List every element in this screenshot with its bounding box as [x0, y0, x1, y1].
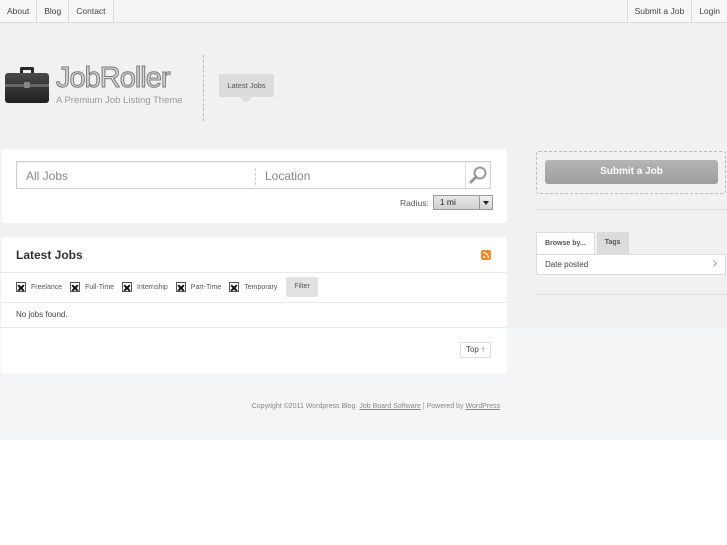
divider — [1, 302, 507, 303]
footer-powered-by: | Powered by — [422, 403, 464, 410]
filter-freelance[interactable]: Freelance — [16, 282, 62, 292]
browse-item-date-posted: Date posted — [545, 260, 589, 269]
latest-jobs-title: Latest Jobs — [16, 248, 83, 262]
latest-jobs-tab[interactable]: Latest Jobs — [219, 74, 274, 103]
checkbox-checked-icon[interactable] — [175, 282, 186, 292]
top-navigation: About Blog Contact Submit a Job Login — [0, 0, 727, 23]
footer: Copyright ©2011 Wordpress Blog. Job Boar… — [0, 403, 500, 410]
logo-tagline: A Premium Job Listing Theme — [56, 95, 183, 106]
footer-wordpress-link[interactable]: WordPress — [466, 403, 501, 410]
header-divider — [203, 55, 204, 121]
logo-title: JobRoller — [56, 62, 171, 94]
filter-label: Freelance — [31, 283, 63, 291]
magnifier-icon — [469, 166, 487, 184]
divider — [1, 327, 507, 328]
filter-label: Temporary — [244, 283, 278, 291]
logo-text: JobRoller A Premium Job Listing Theme — [56, 62, 183, 108]
checkbox-checked-icon[interactable] — [16, 282, 26, 292]
filter-label: Internship — [137, 283, 168, 291]
nav-right: Submit a Job Login — [626, 0, 727, 22]
search-panel: All Jobs Location Radius: 1 mi — [1, 149, 507, 223]
search-box: All Jobs Location — [16, 161, 491, 189]
tab-browse-by[interactable]: Browse by... — [536, 232, 595, 254]
radius-value: 1 mi — [439, 197, 456, 207]
job-type-filters: Freelance Full-Time Internship Part-Time… — [16, 277, 318, 297]
filter-label: Full-Time — [85, 283, 115, 291]
submit-job-button[interactable]: Submit a Job — [545, 160, 718, 184]
radius-row: Radius: 1 mi — [400, 195, 493, 210]
dropdown-arrow-icon — [478, 196, 492, 209]
back-to-top-button[interactable]: Top ↑ — [460, 342, 491, 358]
filter-full-time[interactable]: Full-Time — [70, 282, 114, 292]
checkbox-checked-icon[interactable] — [229, 282, 240, 292]
chevron-right-icon — [709, 259, 718, 268]
search-button[interactable] — [466, 162, 491, 188]
latest-jobs-panel: Latest Jobs Freelance Full-Time Internsh… — [1, 237, 507, 374]
nav-login-link[interactable]: Login — [691, 0, 727, 22]
sidebar-divider — [536, 209, 727, 210]
checkbox-checked-icon[interactable] — [122, 282, 133, 292]
nav-contact-link[interactable]: Contact — [69, 0, 114, 22]
filter-temporary[interactable]: Temporary — [229, 282, 277, 292]
location-input[interactable]: Location — [265, 169, 310, 183]
browse-list-item[interactable]: Date posted — [536, 254, 726, 275]
tab-tags[interactable]: Tags — [596, 232, 629, 254]
keyword-input[interactable]: All Jobs — [26, 169, 68, 183]
sidebar-divider — [536, 294, 727, 295]
filter-part-time[interactable]: Part-Time — [175, 282, 222, 292]
radius-select[interactable]: 1 mi — [432, 195, 493, 210]
search-field-separator — [255, 168, 256, 185]
site-logo[interactable]: JobRoller A Premium Job Listing Theme — [5, 62, 183, 108]
nav-submit-job-link[interactable]: Submit a Job — [626, 0, 692, 22]
no-jobs-message: No jobs found. — [16, 310, 68, 319]
rss-icon[interactable] — [481, 250, 491, 260]
nav-about-link[interactable]: About — [0, 0, 38, 22]
submit-job-box: Submit a Job — [536, 151, 726, 194]
filter-button[interactable]: Filter — [286, 277, 318, 297]
briefcase-icon — [5, 67, 49, 104]
browse-tabs: Browse by... Tags — [536, 232, 629, 254]
footer-job-board-link[interactable]: Job Board Software — [359, 403, 420, 410]
checkbox-checked-icon[interactable] — [70, 282, 81, 292]
filter-label: Part-Time — [190, 283, 222, 291]
nav-left: About Blog Contact — [0, 0, 114, 22]
radius-label: Radius: — [400, 197, 429, 208]
footer-copyright: Copyright ©2011 Wordpress Blog. — [251, 403, 358, 410]
filter-internship[interactable]: Internship — [122, 282, 168, 292]
nav-blog-link[interactable]: Blog — [37, 0, 70, 22]
divider — [1, 272, 507, 273]
